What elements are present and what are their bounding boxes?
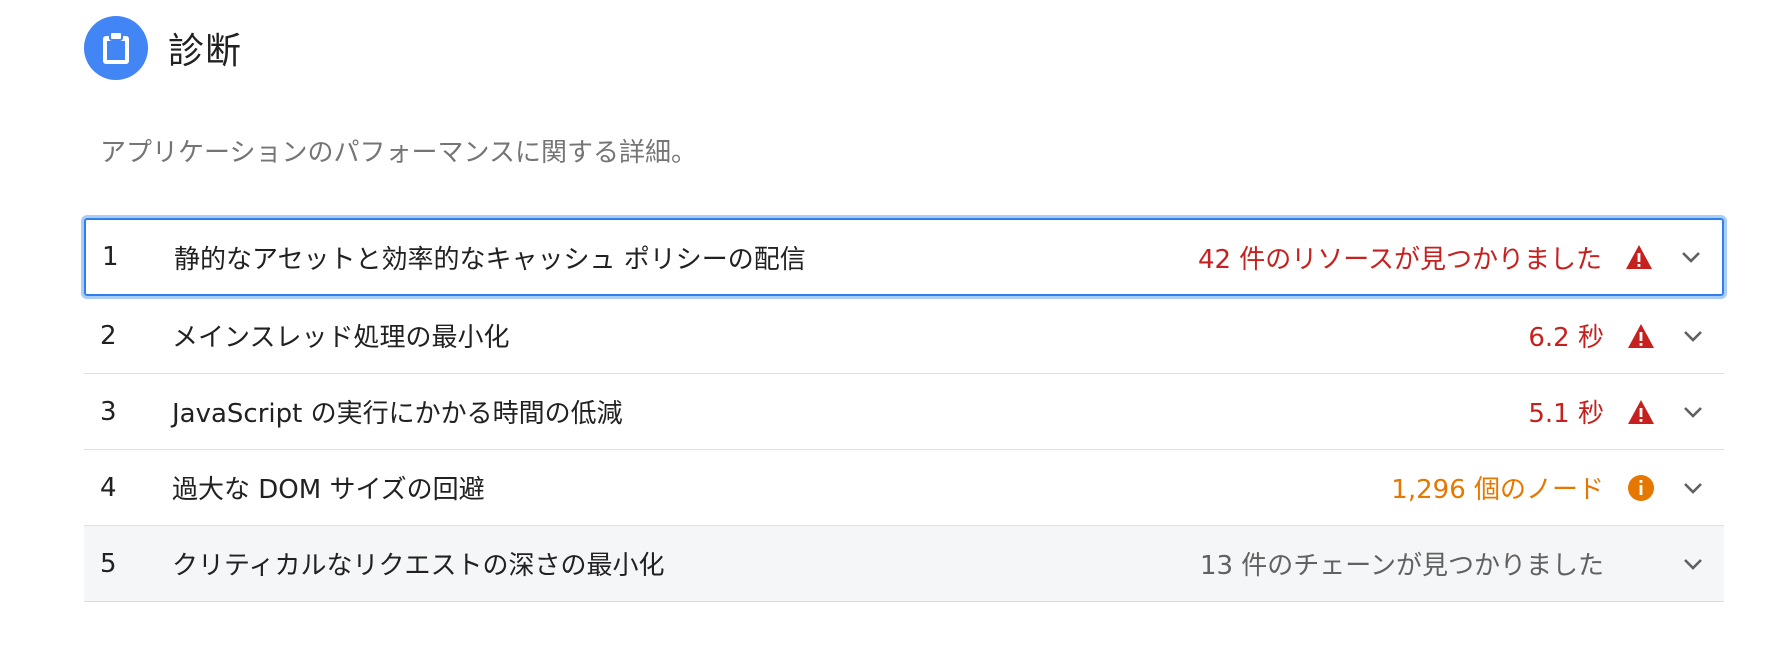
section-header: 診断 <box>84 16 242 80</box>
audit-row[interactable]: 4 過大な DOM サイズの回避 1,296 個のノード <box>84 450 1724 526</box>
audit-index: 4 <box>100 472 117 503</box>
chevron-down-icon[interactable] <box>1676 319 1710 353</box>
info-circle-icon <box>1624 471 1658 505</box>
clipboard-icon <box>84 16 148 80</box>
audit-index: 3 <box>100 396 117 427</box>
audit-row[interactable]: 2 メインスレッド処理の最小化 6.2 秒 <box>84 298 1724 374</box>
warning-triangle-icon <box>1624 395 1658 429</box>
warning-triangle-icon <box>1624 319 1658 353</box>
audit-row[interactable]: 3 JavaScript の実行にかかる時間の低減 5.1 秒 <box>84 374 1724 450</box>
audit-value: 5.1 秒 <box>1528 399 1604 429</box>
chevron-down-icon[interactable] <box>1676 547 1710 581</box>
audit-value: 42 件のリソースが見つかりました <box>1197 244 1602 275</box>
audit-value: 1,296 個のノード <box>1391 475 1604 505</box>
warning-triangle-icon <box>1622 240 1656 274</box>
audit-value: 13 件のチェーンが見つかりました <box>1199 551 1604 581</box>
audit-title: クリティカルなリクエストの深さの最小化 <box>172 551 665 581</box>
audit-title: 過大な DOM サイズの回避 <box>172 475 485 505</box>
chevron-down-icon[interactable] <box>1676 471 1710 505</box>
audit-index: 1 <box>102 242 119 272</box>
audit-index: 2 <box>100 320 117 351</box>
diagnostics-section: 診断 アプリケーションのパフォーマンスに関する詳細。 1 静的なアセットと効率的… <box>0 0 1786 658</box>
audit-row[interactable]: 1 静的なアセットと効率的なキャッシュ ポリシーの配信 42 件のリソースが見つ… <box>84 218 1724 296</box>
chevron-down-icon[interactable] <box>1676 395 1710 429</box>
audit-list: 1 静的なアセットと効率的なキャッシュ ポリシーの配信 42 件のリソースが見つ… <box>84 218 1724 602</box>
audit-title: JavaScript の実行にかかる時間の低減 <box>172 399 623 429</box>
chevron-down-icon[interactable] <box>1674 240 1708 274</box>
status-placeholder <box>1624 547 1658 581</box>
audit-value: 6.2 秒 <box>1528 323 1604 353</box>
audit-index: 5 <box>100 548 117 579</box>
section-title: 診断 <box>168 31 243 72</box>
audit-title: 静的なアセットと効率的なキャッシュ ポリシーの配信 <box>174 244 806 275</box>
audit-row[interactable]: 5 クリティカルなリクエストの深さの最小化 13 件のチェーンが見つかりました <box>84 526 1724 602</box>
section-description: アプリケーションのパフォーマンスに関する詳細。 <box>100 138 697 168</box>
audit-title: メインスレッド処理の最小化 <box>172 323 510 353</box>
